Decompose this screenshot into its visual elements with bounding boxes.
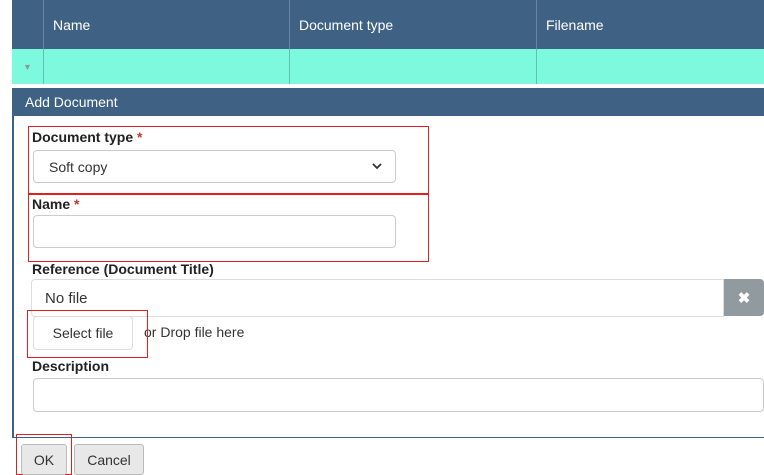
cancel-button[interactable]: Cancel: [74, 444, 144, 475]
drop-file-hint: or Drop file here: [144, 324, 245, 340]
close-icon[interactable]: ✖: [724, 279, 764, 316]
cell-filename: [536, 49, 764, 84]
document-type-selected-value: Soft copy: [49, 158, 108, 175]
name-label: Name *: [32, 196, 79, 212]
table-row[interactable]: ▼: [12, 49, 764, 84]
required-mark: *: [137, 129, 143, 145]
grid-header: Name Document type Filename: [12, 0, 764, 49]
document-type-select[interactable]: Soft copy: [33, 150, 396, 183]
description-input[interactable]: [33, 378, 764, 412]
required-mark: *: [74, 196, 80, 212]
grid-header-expand-col: [12, 0, 43, 49]
select-file-button[interactable]: Select file: [33, 316, 133, 350]
document-type-label: Document type *: [32, 129, 142, 145]
chevron-down-icon: [372, 163, 382, 170]
cell-name: [43, 49, 289, 84]
name-input[interactable]: [33, 215, 396, 248]
cell-document-type: [289, 49, 536, 84]
column-header-filename[interactable]: Filename: [536, 0, 764, 49]
column-header-document-type[interactable]: Document type: [289, 0, 536, 49]
description-label: Description: [32, 358, 110, 374]
caret-down-icon[interactable]: ▼: [12, 49, 43, 84]
documents-grid: Name Document type Filename ▼: [12, 0, 764, 84]
dialog-title: Add Document: [14, 88, 764, 116]
ok-button[interactable]: OK: [21, 444, 67, 475]
name-label-text: Name: [32, 196, 71, 212]
document-type-label-text: Document type: [32, 129, 134, 145]
reference-label: Reference (Document Title): [32, 261, 214, 277]
column-header-name[interactable]: Name: [43, 0, 289, 49]
file-status-text: No file: [45, 289, 88, 307]
file-status-field: No file: [31, 279, 724, 317]
add-document-dialog: Add Document Document type * Soft copy N…: [12, 88, 764, 438]
